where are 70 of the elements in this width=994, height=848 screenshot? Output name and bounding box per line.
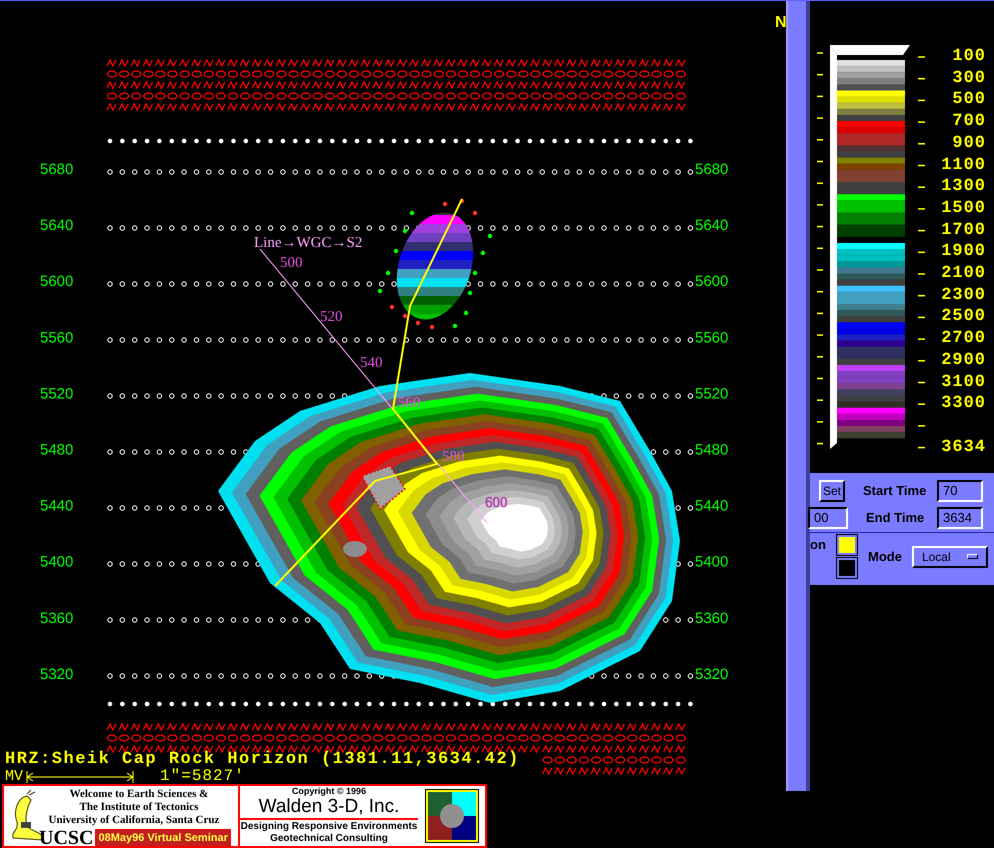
horizon-caption: HRZ:Sheik Cap Rock Horizon (1381.11,3634.42) [5, 751, 520, 769]
color-scale-label: 900 [952, 134, 986, 152]
y-axis-label: 5440 [695, 498, 728, 515]
color-scale-label: 3300 [941, 395, 986, 412]
color-scale-label: 1700 [941, 222, 986, 239]
station-label: 500 [280, 255, 302, 271]
start-time-label: Start Time [863, 482, 928, 500]
color-scale-label: 2300 [941, 286, 986, 304]
north-marker: N [775, 14, 786, 31]
color-label: on [810, 536, 827, 554]
y-axis-label: 5400 [695, 554, 728, 571]
welcome-text: The Institute of Tectonics [80, 801, 198, 814]
color-scale-label: 2500 [941, 308, 986, 326]
color-scale-label: 100 [952, 48, 986, 65]
y-axis-label: 5520 [695, 385, 728, 402]
mode-dropdown[interactable]: Local [912, 546, 988, 568]
color-scale-label: 1900 [941, 243, 986, 260]
color-scale-label: 2900 [941, 352, 986, 369]
input-field[interactable]: 3634 [937, 506, 983, 528]
welcome-text: University of California, Santa Cruz [48, 814, 220, 827]
view-mode-label: MV [5, 769, 24, 784]
station-label: 540 [360, 355, 382, 371]
input-field[interactable]: 00 [808, 506, 848, 528]
color-scale-label: 2700 [941, 330, 986, 348]
y-axis-label: 5680 [695, 161, 728, 178]
y-axis-label: 5320 [695, 666, 728, 683]
scrollbar[interactable] [786, 1, 810, 791]
color-scale-label: 700 [952, 113, 986, 130]
color-scale-label: 500 [952, 91, 986, 108]
input-field[interactable]: 70 [937, 480, 983, 502]
color-scale-label: 1100 [941, 156, 986, 174]
globe-logo-icon [424, 789, 478, 843]
y-axis-label: 5400 [40, 554, 74, 571]
tagline-text: Designing Responsive Environments [240, 821, 418, 833]
dropdown-indicator-icon [966, 554, 978, 559]
color-scale-label: 1500 [941, 200, 986, 217]
y-axis-label: 5480 [695, 442, 728, 458]
y-axis-label: 5600 [40, 273, 74, 290]
y-axis-label: 5600 [695, 273, 728, 290]
station-label: 600 [485, 495, 508, 511]
section-line-title: Line→WGC→S2 [254, 235, 362, 251]
color-scale-label: 300 [952, 70, 986, 87]
set-button[interactable]: Set [819, 480, 845, 502]
school-name: UCSC [39, 828, 94, 848]
color-scale-label: 2100 [941, 265, 986, 282]
color-scale-label: 3634 [941, 438, 986, 456]
company-name: Walden 3-D, Inc. [258, 797, 400, 817]
y-axis-label: 5440 [40, 498, 74, 515]
tagline-text: Geotechnical Consulting [270, 833, 388, 845]
welcome-text: Welcome to Earth Sciences & [70, 788, 208, 801]
scale-label: 1"=5827' [160, 769, 245, 784]
station-label: 520 [320, 309, 342, 325]
station-label: 580 [442, 449, 464, 465]
copyright-text: Copyright © 1996 [292, 786, 366, 797]
y-axis-label: 5520 [40, 385, 74, 402]
end-time-label: End Time [866, 508, 926, 527]
y-axis-label: 5360 [40, 610, 74, 627]
y-axis-label: 5320 [40, 666, 74, 683]
y-axis-label: 5560 [40, 329, 74, 346]
y-axis-label: 5560 [695, 329, 728, 346]
y-axis-label: 5480 [40, 442, 74, 458]
y-axis-label: 5360 [695, 610, 728, 627]
mode-label: Mode [868, 548, 902, 566]
color-scale-label: 3100 [941, 374, 986, 390]
y-axis-label: 5640 [695, 217, 728, 234]
y-axis-label: 5680 [40, 161, 74, 178]
scale-bar-icon [25, 770, 136, 782]
y-axis-label: 5640 [40, 217, 74, 234]
color-scale-label: 1300 [941, 178, 986, 196]
event-label: 08May96 Virtual Seminar [95, 829, 231, 847]
